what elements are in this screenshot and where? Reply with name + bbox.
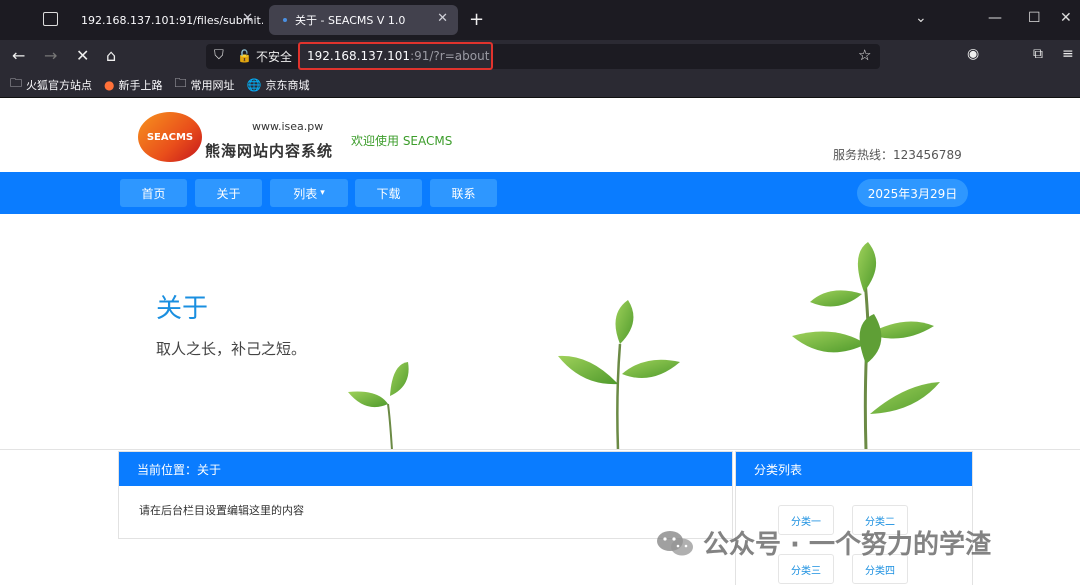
menu-item-download[interactable]: 下载 bbox=[355, 179, 422, 207]
date-badge: 2025年3月29日 bbox=[857, 179, 968, 207]
content-panel: 当前位置：关于 请在后台栏目设置编辑这里的内容 bbox=[118, 451, 733, 539]
bookmark-item[interactable]: 🌐 京东商城 bbox=[247, 77, 310, 93]
tab-title: 关于 - SEACMS V 1.0 bbox=[295, 14, 406, 27]
banner: 关于 取人之长，补己之短。 bbox=[0, 214, 1080, 450]
url-field[interactable]: 192.168.137.101:91/?r=about bbox=[298, 42, 493, 70]
home-icon[interactable]: ⌂ bbox=[106, 46, 116, 65]
site-header: SEACMS www.isea.pw 熊海网站内容系统 欢迎使用 SEACMS … bbox=[0, 98, 1080, 172]
watermark-text: 公众号 · 一个努力的学渣 bbox=[703, 530, 991, 560]
hotline-text: 服务热线：123456789 bbox=[833, 148, 962, 162]
close-tab-icon[interactable]: ✕ bbox=[242, 11, 253, 26]
tab-overview-icon[interactable] bbox=[43, 12, 58, 26]
bookmark-item[interactable]: 🗀 常用网址 bbox=[175, 74, 235, 95]
forward-icon[interactable]: → bbox=[44, 46, 57, 65]
bookmarks-toolbar: 🗀 火狐官方站点 ● 新手上路 🗀 常用网址 🌐 京东商城 bbox=[0, 72, 1080, 98]
close-tab-icon[interactable]: ✕ bbox=[437, 11, 448, 26]
browser-tab-submit[interactable]: 192.168.137.101:91/files/submit.p ✕ bbox=[65, 5, 263, 35]
account-icon[interactable]: ◉ bbox=[967, 46, 979, 62]
welcome-text: 欢迎使用 SEACMS bbox=[351, 134, 453, 148]
menu-icon[interactable]: ≡ bbox=[1062, 46, 1074, 62]
site-logo[interactable]: SEACMS bbox=[138, 112, 202, 162]
loading-dot-icon bbox=[283, 18, 287, 22]
window-close-icon[interactable]: ✕ bbox=[1060, 10, 1072, 26]
category-header: 分类列表 bbox=[736, 452, 972, 486]
main-menu: 首页 关于 列表 ▾ 下载 联系 2025年3月29日 bbox=[0, 172, 1080, 214]
lock-warning-icon: 🔓 bbox=[237, 49, 252, 63]
wechat-watermark: 公众号 · 一个努力的学渣 bbox=[655, 524, 991, 561]
maximize-icon[interactable]: ☐ bbox=[1028, 10, 1041, 26]
page-subtitle: 取人之长，补己之短。 bbox=[156, 340, 307, 358]
bookmark-star-icon[interactable]: ☆ bbox=[858, 46, 871, 64]
firefox-icon: ● bbox=[104, 77, 115, 92]
bookmark-item[interactable]: 🗀 火狐官方站点 bbox=[10, 74, 92, 95]
browser-tab-about[interactable]: 关于 - SEACMS V 1.0 ✕ bbox=[269, 5, 458, 35]
tab-title: 192.168.137.101:91/files/submit.p bbox=[81, 13, 263, 27]
wechat-icon bbox=[657, 530, 693, 555]
insecure-label: 不安全 bbox=[255, 49, 292, 64]
stop-icon[interactable]: ✕ bbox=[76, 46, 89, 65]
tab-list-chevron-icon[interactable]: ⌄ bbox=[915, 10, 927, 26]
menu-item-contact[interactable]: 联系 bbox=[430, 179, 497, 207]
extensions-icon[interactable]: ⧉ bbox=[1033, 46, 1043, 62]
site-name: 熊海网站内容系统 bbox=[205, 142, 334, 160]
tracking-shield-icon[interactable]: ⛉ bbox=[214, 48, 224, 63]
insecure-indicator[interactable]: 🔓 不安全 bbox=[237, 44, 292, 68]
breadcrumb: 当前位置：关于 bbox=[119, 452, 732, 486]
menu-item-about[interactable]: 关于 bbox=[195, 179, 262, 207]
banner-plants-illustration bbox=[348, 242, 940, 449]
site-url: www.isea.pw bbox=[252, 120, 324, 133]
browser-nav-bar: ← → ✕ ⌂ ⛉ 🔓 不安全 192.168.137.101:91/?r=ab… bbox=[0, 40, 1080, 72]
menu-item-list[interactable]: 列表 ▾ bbox=[270, 179, 348, 207]
minimize-icon[interactable]: — bbox=[988, 10, 1002, 26]
url-path: :91/?r=about bbox=[410, 49, 490, 63]
page-title: 关于 bbox=[156, 294, 209, 324]
category-panel: 分类列表 分类一 分类二 分类三 分类四 bbox=[735, 451, 973, 585]
caret-down-icon: ▾ bbox=[320, 188, 325, 198]
folder-icon: 🗀 bbox=[174, 76, 187, 90]
bookmark-item[interactable]: ● 新手上路 bbox=[104, 77, 162, 93]
menu-item-home[interactable]: 首页 bbox=[120, 179, 187, 207]
url-host: 192.168.137.101 bbox=[307, 49, 411, 63]
back-icon[interactable]: ← bbox=[12, 46, 25, 65]
folder-icon: 🗀 bbox=[10, 76, 23, 90]
globe-icon: 🌐 bbox=[246, 77, 262, 92]
browser-tab-bar: 192.168.137.101:91/files/submit.p ✕ 关于 -… bbox=[0, 0, 1080, 40]
new-tab-icon[interactable]: + bbox=[469, 9, 484, 30]
content-text: 请在后台栏目设置编辑这里的内容 bbox=[139, 504, 304, 517]
